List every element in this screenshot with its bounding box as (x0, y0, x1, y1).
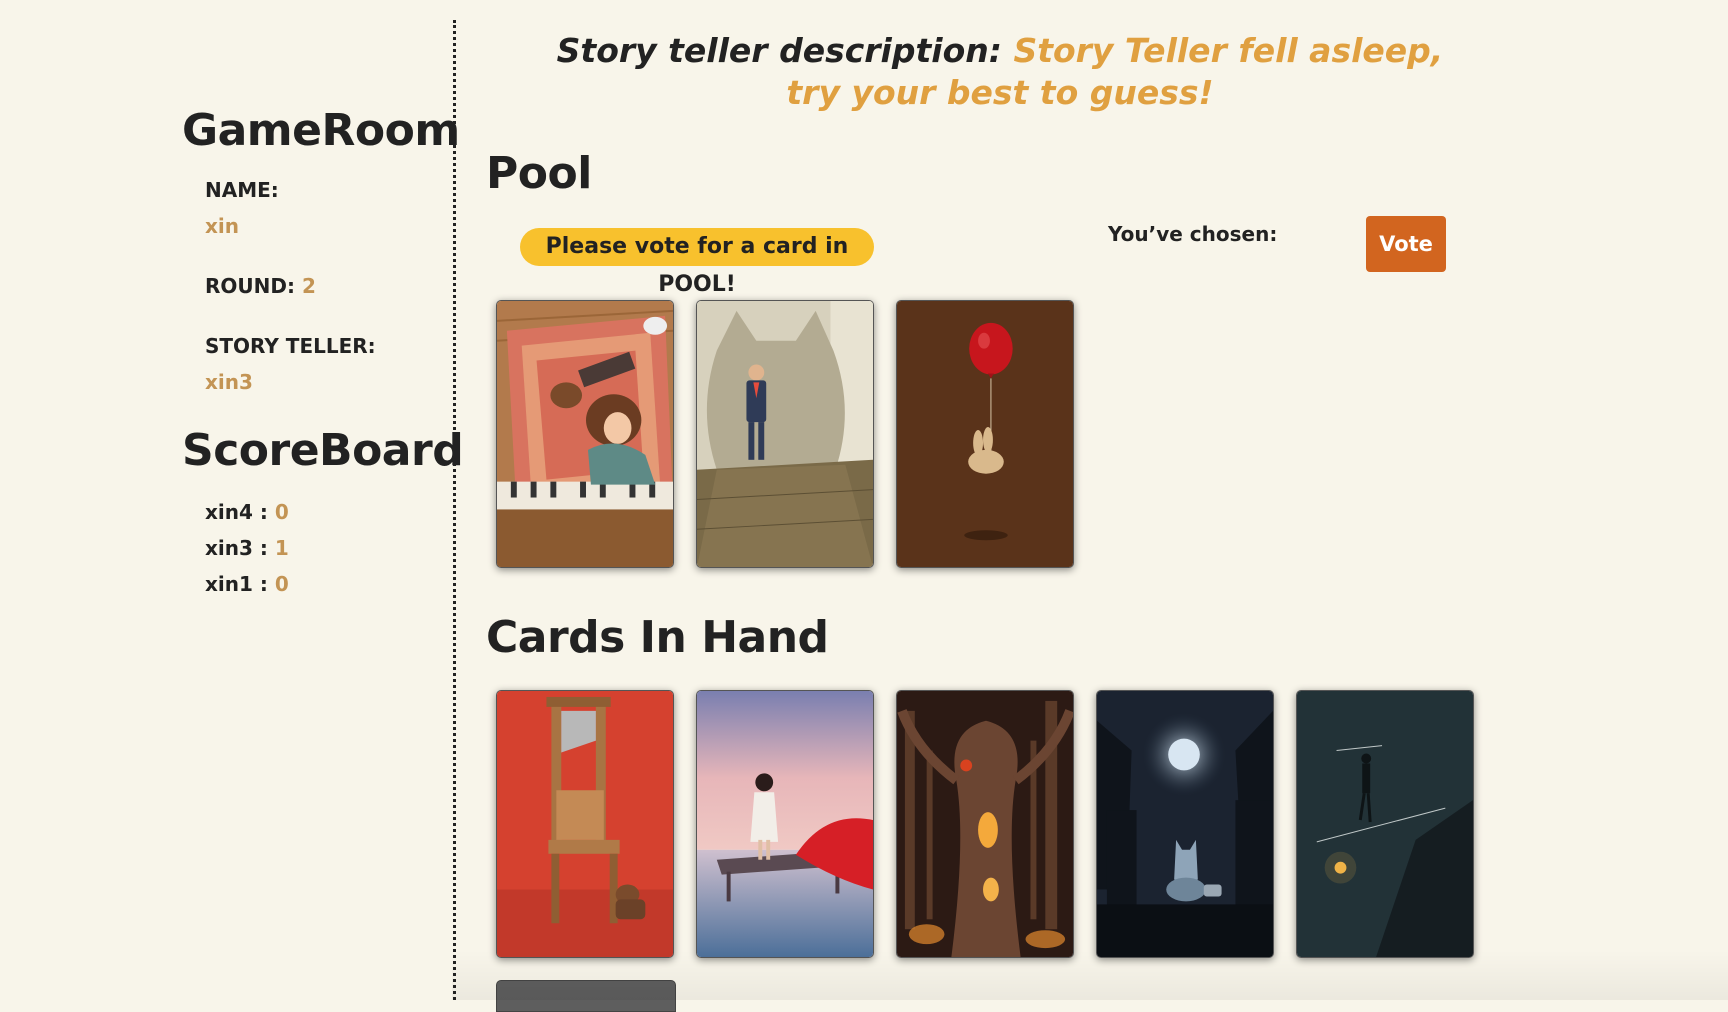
score-value: 1 (274, 536, 289, 560)
storyteller-label: STORY TELLER: (205, 334, 376, 358)
balloon-rabbit-card[interactable] (896, 300, 1074, 568)
score-row: xin4 : 0 (205, 500, 289, 524)
forest-tree-house-illustration (897, 691, 1073, 957)
balloon-rabbit-illustration (897, 301, 1073, 567)
round-label: ROUND: (205, 274, 295, 298)
man-cat-shadow-card[interactable] (696, 300, 874, 568)
bottom-shadow (452, 950, 1728, 1000)
tightrope-walker-card[interactable] (1296, 690, 1474, 958)
storyteller-description: Story teller description: Story Teller f… (540, 30, 1460, 114)
score-row: xin3 : 1 (205, 536, 289, 560)
score-row: xin1 : 0 (205, 572, 289, 596)
round-value: 2 (301, 274, 316, 298)
moon-cat-city-card[interactable] (1096, 690, 1274, 958)
vote-prompt-badge: Please vote for a card in POOL! (520, 228, 874, 297)
man-cat-shadow-illustration (697, 301, 873, 567)
moon-cat-city-illustration (1097, 691, 1273, 957)
pool-title: Pool (486, 148, 592, 199)
vote-button[interactable]: Vote (1366, 216, 1446, 272)
score-player: xin3 (205, 536, 253, 560)
piano-girl-card[interactable] (496, 300, 674, 568)
guillotine-chair-illustration (497, 691, 673, 957)
tightrope-walker-illustration (1297, 691, 1473, 957)
forest-tree-house-card[interactable] (896, 690, 1074, 958)
piano-girl-illustration (497, 301, 673, 567)
girl-red-umbrella-card[interactable] (696, 690, 874, 958)
gameroom-title: GameRoom (182, 105, 460, 156)
girl-red-umbrella-illustration (697, 691, 873, 957)
score-player: xin4 (205, 500, 253, 524)
storyteller-value: xin3 (205, 370, 253, 394)
description-label: Story teller description: (556, 31, 1002, 70)
score-value: 0 (274, 572, 289, 596)
sidebar: GameRoom NAME: xin ROUND: 2 STORY TELLER… (0, 0, 464, 1000)
scoreboard-title: ScoreBoard (182, 425, 464, 476)
guillotine-chair-card[interactable] (496, 690, 674, 958)
chosen-label: You’ve chosen: (1108, 222, 1278, 246)
round-line: ROUND: 2 (205, 274, 316, 298)
cards-in-hand-title: Cards In Hand (486, 612, 829, 663)
dotted-divider (453, 20, 456, 1000)
score-player: xin1 (205, 572, 253, 596)
score-value: 0 (274, 500, 289, 524)
name-value: xin (205, 214, 239, 238)
name-label: NAME: (205, 178, 279, 202)
main-area: Story teller description: Story Teller f… (480, 0, 1728, 1012)
